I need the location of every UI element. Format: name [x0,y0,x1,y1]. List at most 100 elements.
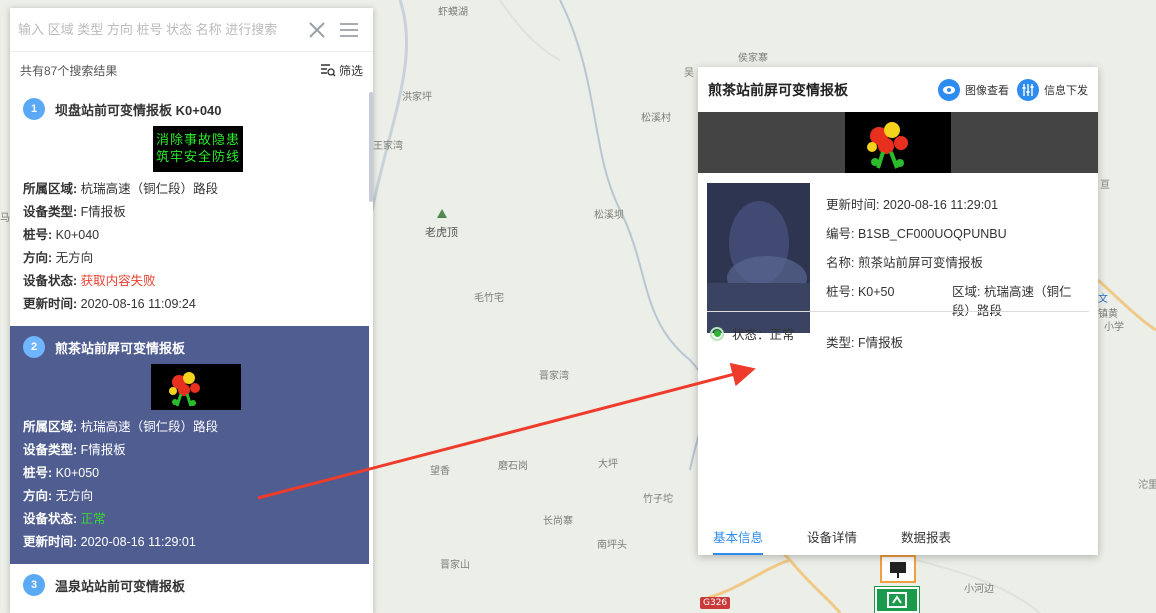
map-label: 侯家寨 [738,53,768,64]
filter-icon [320,64,336,77]
map-label: 沱里 [1138,480,1156,491]
map-label: 晋家湾 [539,371,569,382]
info-send-button[interactable]: 信息下发 [1017,78,1088,101]
search-input[interactable] [18,22,301,37]
device-region: 区域: 杭瑞高速（铜仁段）路段 [952,285,1072,318]
eye-icon [938,78,960,101]
device-marker[interactable] [880,555,916,583]
map-label: 磨石岗 [498,461,528,472]
direction-label: 方向: [23,489,53,503]
map-label: 南坪头 [597,540,627,551]
board-text-line: 筑牢安全防线 [155,150,240,165]
tab-basic-info[interactable]: 基本信息 [698,521,778,555]
filter-label: 筛选 [338,63,363,78]
map-label: 亘 [1100,180,1110,191]
map-label: 吴 [684,68,694,79]
mountain-icon [437,209,447,218]
map-label: 竹子坨 [643,494,673,505]
map-label: 马 [0,213,10,224]
board-preview-strip [698,112,1098,173]
exit-sign-icon [887,592,907,608]
board-text-line: 消除事故隐患 [155,133,240,148]
result-index-badge: 3 [23,574,45,596]
time-value: 2020-08-16 11:29:01 [80,535,196,549]
divider [707,311,1089,312]
map-label: 洪家坪 [402,92,432,103]
image-view-label: 图像查看 [965,84,1009,97]
direction-label: 方向: [23,251,53,265]
popup-header: 煎茶站前屏可变情报板 图像查看 信息下发 [698,67,1098,112]
time-label: 更新时间: [23,535,78,549]
map-label: 小学 [1104,322,1124,333]
region-label: 所属区域: [23,420,78,434]
flower-graphic-icon [867,122,908,169]
result-count: 共有87个搜索结果 [20,63,118,78]
filter-button[interactable]: 筛选 [320,62,363,79]
stake-value: K0+040 [55,228,100,242]
result-title: 温泉站站前可变情报板 [55,578,186,594]
status-dot-icon [710,326,724,341]
map-label: 晋家山 [440,560,470,571]
map-label: 王家湾 [373,141,403,152]
map-label-peak: 老虎顶 [425,226,458,239]
update-time: 更新时间: 2020-08-16 11:29:01 [826,198,999,212]
tab-data-report[interactable]: 数据报表 [886,521,966,555]
device-detail-popup: 煎茶站前屏可变情报板 图像查看 信息下发 更新时间: 2020-08-16 11… [698,67,1098,555]
board-content-thumbnail: 消除事故隐患 筑牢安全防线 [153,126,243,172]
map-label: 小河边 [964,584,994,595]
popup-tabs: 基本信息 设备详情 数据报表 [698,521,1098,555]
region-label: 所属区域: [23,182,78,196]
highway-shield: G326 [700,597,731,609]
type-value: F情报板 [80,205,126,219]
map-label: 文 [1098,294,1108,305]
type-value: F情报板 [80,443,126,457]
stake-label: 桩号: [23,228,53,242]
list-item-selected[interactable]: 2 煎茶站前屏可变情报板 所属区域: 杭瑞高速（铜仁段）路段 设备类型: F情报… [10,326,369,564]
flower-graphic-icon [169,372,200,407]
board-content-thumbnail [151,364,241,410]
popup-title: 煎茶站前屏可变情报板 [708,81,848,98]
status-text: 状态：正常 [732,328,795,342]
menu-icon [340,22,358,37]
result-title: 煎茶站前屏可变情报板 [55,340,186,356]
map-label: 毛竹宅 [474,293,504,304]
device-code: 编号: B1SB_CF000UOQPUNBU [826,227,1007,241]
device-type: 类型: F情报板 [826,336,904,350]
result-header: 共有87个搜索结果 筛选 [10,52,373,88]
time-value: 2020-08-16 11:09:24 [80,297,196,311]
map-label: 松溪村 [641,113,671,124]
close-icon [309,21,325,38]
menu-button[interactable] [333,14,365,46]
map-label: 长尚寨 [543,516,573,527]
sign-board-icon [890,562,906,578]
map-label: 望香 [430,466,450,477]
status-value: 正常 [80,512,106,526]
tab-device-detail[interactable]: 设备详情 [792,521,872,555]
stake-value: K0+050 [55,466,100,480]
result-title: 坝盘站前可变情报板 K0+040 [55,102,222,118]
map-label: 虾蟆湖 [438,7,468,18]
type-label: 设备类型: [23,443,78,457]
list-item[interactable]: 1 坝盘站前可变情报板 K0+040 消除事故隐患 筑牢安全防线 所属区域: 杭… [10,88,373,326]
device-marker-green[interactable] [874,586,920,613]
device-fields: 更新时间: 2020-08-16 11:29:01 编号: B1SB_CF000… [826,191,1086,358]
search-panel: 共有87个搜索结果 筛选 1 坝盘站前可变情报板 K0+040 消除事故隐患 筑… [10,8,373,613]
close-button[interactable] [301,14,333,46]
info-send-label: 信息下发 [1044,84,1088,97]
direction-value: 无方向 [55,489,94,503]
region-value: 杭瑞高速（铜仁段）路段 [80,420,219,434]
sliders-icon [1017,78,1039,101]
search-bar [10,8,373,52]
device-stake: 桩号: K0+50 [826,285,895,299]
stake-label: 桩号: [23,466,53,480]
results-list: 1 坝盘站前可变情报板 K0+040 消除事故隐患 筑牢安全防线 所属区域: 杭… [10,88,373,613]
region-value: 杭瑞高速（铜仁段）路段 [80,182,219,196]
list-item[interactable]: 3 温泉站站前可变情报板 [10,564,373,612]
device-name: 名称: 煎茶站前屏可变情报板 [826,256,983,270]
time-label: 更新时间: [23,297,78,311]
image-view-button[interactable]: 图像查看 [938,78,1009,101]
board-preview [845,112,951,173]
direction-value: 无方向 [55,251,94,265]
map-label: 大坪 [598,459,618,470]
status-value: 获取内容失败 [80,274,156,288]
